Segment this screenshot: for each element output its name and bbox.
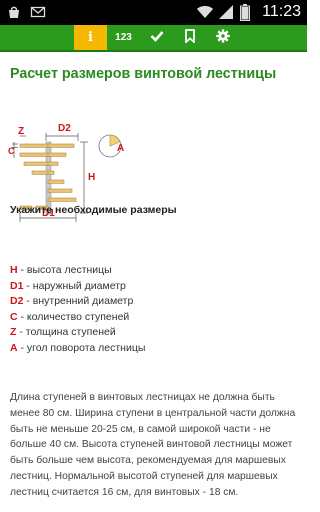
legend-item-d2: D2 - внутренний диаметр — [10, 294, 145, 310]
diagram-label-z: Z — [18, 126, 24, 137]
diagram-label-h: H — [88, 172, 95, 183]
legend-text: - толщина ступеней — [16, 326, 116, 339]
legend-item-z: Z - толщина ступеней — [10, 325, 145, 341]
legend-item-a: A - угол поворота лестницы — [10, 341, 145, 357]
check-icon — [150, 28, 164, 47]
dimension-legend: H - высота лестницы D1 - наружный диамет… — [10, 263, 145, 357]
tab-settings[interactable] — [206, 25, 239, 50]
wifi-icon — [196, 4, 214, 20]
legend-symbol: D2 — [10, 295, 24, 308]
battery-icon — [240, 4, 256, 21]
tab-bookmark[interactable] — [173, 25, 206, 50]
legend-item-c: C - количество ступеней — [10, 310, 145, 326]
diagram-label-d2: D2 — [58, 123, 71, 134]
legend-text: - количество ступеней — [17, 310, 130, 323]
legend-text: - внутренний диаметр — [23, 295, 134, 308]
legend-symbol: D1 — [10, 279, 24, 292]
legend-item-h: H - высота лестницы — [10, 263, 145, 279]
description-paragraph: Длина ступеней в винтовых лестницах не д… — [10, 392, 296, 498]
tab-bar: i 123 — [74, 25, 239, 50]
legend-symbol: A — [10, 341, 18, 354]
clock: 11:23 — [262, 3, 301, 20]
numbers-icon: 123 — [115, 32, 132, 43]
app-toolbar: i 123 — [0, 25, 307, 52]
info-icon: i — [88, 30, 93, 45]
diagram-label-a: A — [117, 143, 124, 154]
bookmark-icon — [184, 28, 196, 47]
legend-text: - высота лестницы — [17, 264, 112, 276]
instructions-heading: Укажите необходимые размеры — [10, 204, 177, 216]
diagram-label-c: C — [8, 146, 15, 156]
bag-icon — [6, 4, 22, 20]
legend-symbol: C — [10, 310, 18, 323]
tab-check[interactable] — [140, 25, 173, 50]
gear-icon — [215, 28, 230, 47]
legend-text: - наружный диаметр — [23, 279, 126, 292]
status-bar: 11:23 — [0, 0, 307, 25]
legend-text: - угол поворота лестницы — [17, 341, 146, 354]
signal-icon — [218, 4, 234, 20]
tab-info[interactable]: i — [74, 25, 107, 50]
legend-symbol: H — [10, 264, 18, 276]
mail-icon — [30, 4, 46, 20]
main-content: Расчет размеров винтовой лестницы Z D2 H… — [0, 52, 307, 512]
page-title: Расчет размеров винтовой лестницы — [10, 66, 277, 82]
tab-numbers[interactable]: 123 — [107, 25, 140, 50]
legend-item-d1: D1 - наружный диаметр — [10, 279, 145, 295]
